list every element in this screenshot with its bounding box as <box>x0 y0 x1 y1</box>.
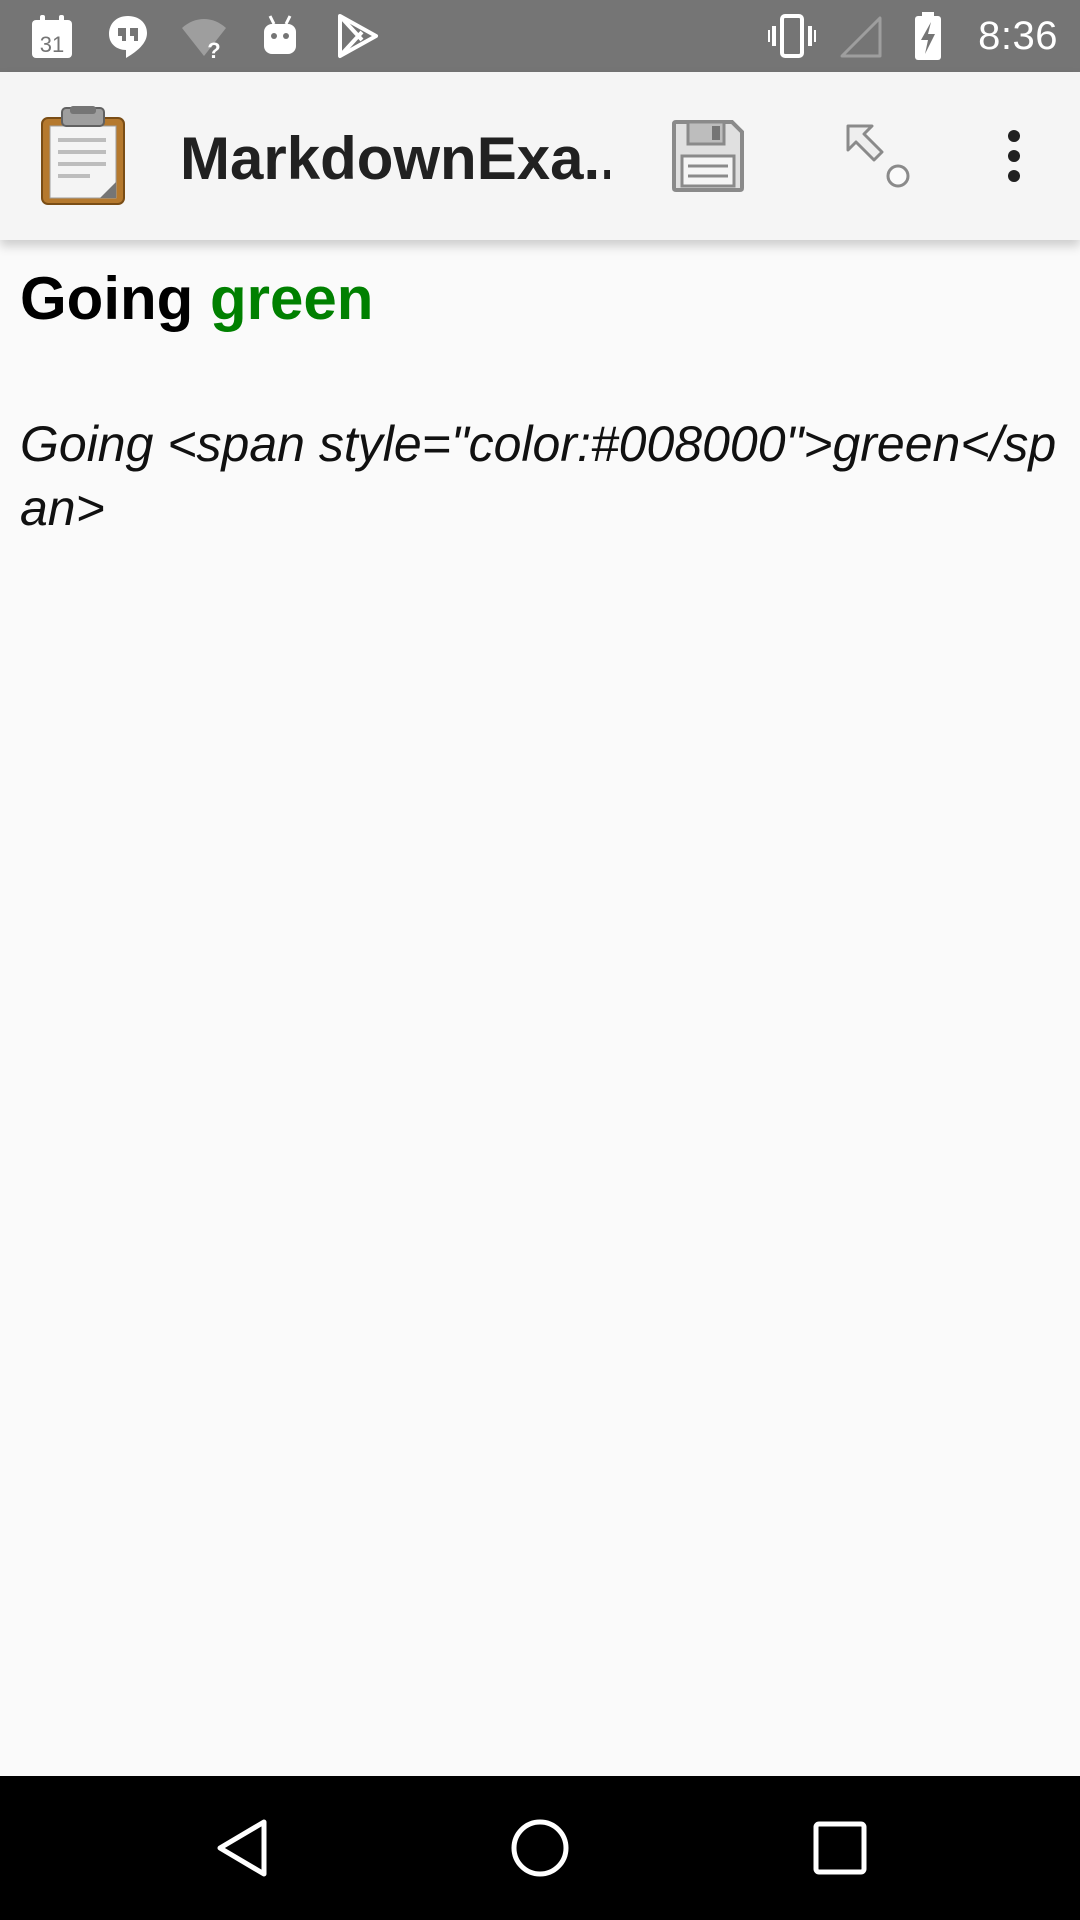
calendar-date: 31 <box>40 32 64 57</box>
edit-pointer-button[interactable] <box>836 116 920 196</box>
notification-icons: 31 ? <box>28 10 380 62</box>
clipboard-app-icon <box>41 106 125 205</box>
more-options-icon <box>1008 130 1020 182</box>
heading-green-text: green <box>209 265 374 332</box>
navigation-bar <box>0 1776 1080 1920</box>
document-heading: Going green <box>20 264 373 333</box>
app-title: MarkdownExa... <box>180 125 610 192</box>
system-icons: 8:36 <box>768 10 1058 62</box>
edit-pointer-icon <box>846 124 910 188</box>
home-button[interactable] <box>500 1808 580 1888</box>
hangouts-icon <box>109 16 147 58</box>
wifi-unknown-icon: ? <box>182 19 226 60</box>
battery-charging-icon <box>915 12 942 60</box>
app-toolbar: MarkdownExa... <box>0 72 1080 240</box>
svg-text:?: ? <box>207 38 220 60</box>
no-signal-icon <box>840 16 882 58</box>
recents-button[interactable] <box>800 1808 880 1888</box>
raw-html-line: Going <span style="color:#008000">green<… <box>20 416 1057 536</box>
more-options-button[interactable] <box>990 116 1038 196</box>
heading-text: Going <box>20 265 210 332</box>
save-button[interactable] <box>664 116 752 196</box>
android-icon <box>264 15 296 54</box>
home-icon <box>511 1819 569 1877</box>
back-button[interactable] <box>204 1808 284 1888</box>
save-icon <box>672 120 744 192</box>
status-bar: 31 ? 8:36 <box>0 0 1080 72</box>
markdown-preview: Going green Going <span style="color:#00… <box>0 240 1080 1776</box>
status-time: 8:36 <box>978 13 1058 58</box>
calendar-icon: 31 <box>32 15 72 58</box>
vibrate-icon <box>768 14 817 58</box>
recents-icon <box>813 1821 867 1875</box>
back-icon <box>217 1819 267 1877</box>
play-store-icon <box>338 14 378 58</box>
